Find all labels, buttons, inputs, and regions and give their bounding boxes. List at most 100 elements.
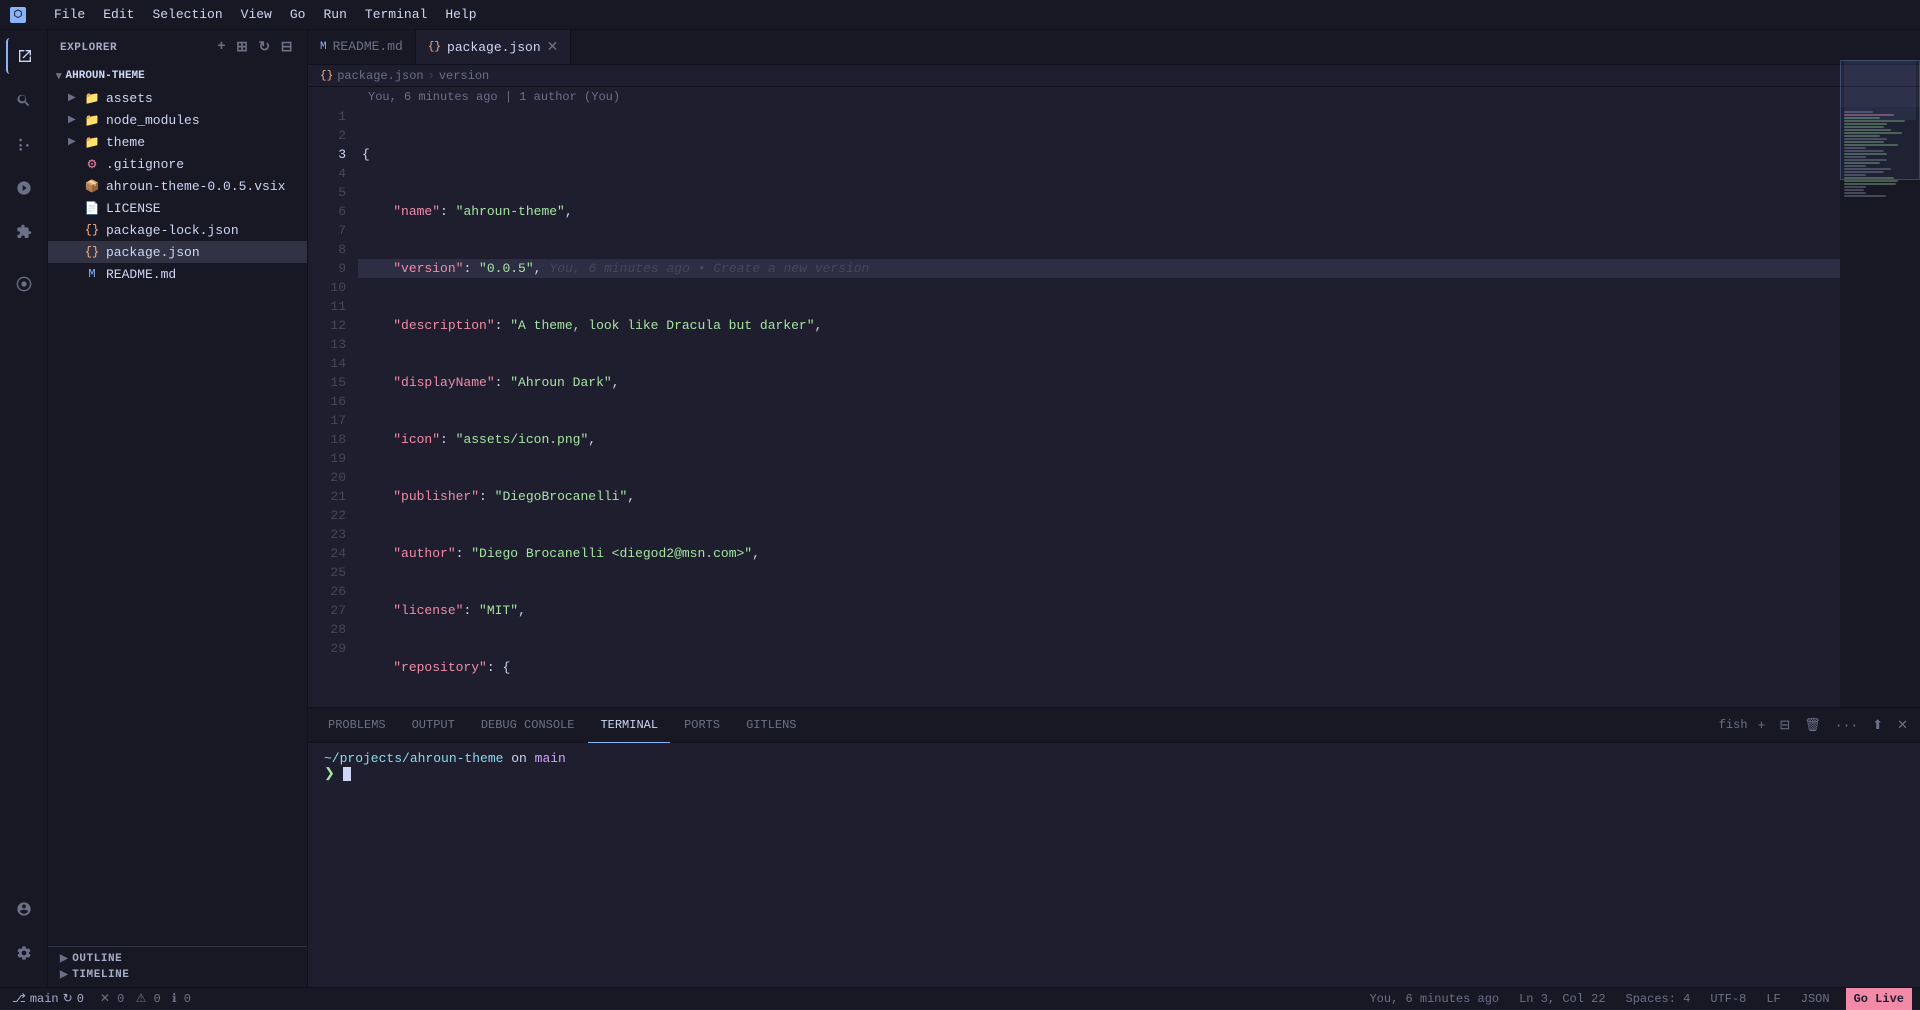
activity-extensions[interactable] bbox=[6, 214, 42, 250]
new-terminal-icon[interactable]: + bbox=[1754, 716, 1770, 735]
maximize-panel-icon[interactable]: ⬆ bbox=[1868, 716, 1887, 735]
spaces-text: Spaces: 4 bbox=[1626, 992, 1691, 1006]
folder-assets[interactable]: ▶ 📁 assets bbox=[48, 87, 307, 109]
ln-4: 4 bbox=[324, 164, 346, 183]
ln-12: 12 bbox=[324, 316, 346, 335]
file-package-lock-label: package-lock.json bbox=[106, 223, 239, 238]
code-line-9: "license": "MIT", bbox=[358, 601, 1840, 620]
tab-package-json[interactable]: {} package.json ✕ bbox=[416, 30, 572, 64]
blame-inline-3: You, 6 minutes ago • Create a new versio… bbox=[549, 259, 869, 278]
new-file-icon[interactable]: + bbox=[215, 37, 228, 58]
ln-6: 6 bbox=[324, 202, 346, 221]
terminal-input-line: ❯ bbox=[324, 766, 1904, 781]
tab-close-icon[interactable]: ✕ bbox=[547, 39, 559, 56]
ln-20: 20 bbox=[324, 468, 346, 487]
file-gitignore[interactable]: ⚙ .gitignore bbox=[48, 153, 307, 175]
menu-run[interactable]: Run bbox=[315, 5, 354, 24]
status-position[interactable]: Ln 3, Col 22 bbox=[1515, 992, 1609, 1006]
status-spaces[interactable]: Spaces: 4 bbox=[1622, 992, 1695, 1006]
status-bar: ⎇ main ↻ 0 ✕ 0 ⚠ 0 ℹ 0 You, 6 minutes ag… bbox=[0, 987, 1920, 1009]
status-language[interactable]: JSON bbox=[1797, 992, 1834, 1006]
ln-8: 8 bbox=[324, 240, 346, 259]
error-count: 0 bbox=[117, 992, 124, 1006]
panel-tab-ports[interactable]: PORTS bbox=[672, 708, 732, 743]
ln-14: 14 bbox=[324, 354, 346, 373]
ln-19: 19 bbox=[324, 449, 346, 468]
app-icon: ⬡ bbox=[10, 7, 26, 23]
kill-terminal-icon[interactable]: 🗑 bbox=[1800, 716, 1825, 735]
status-encoding[interactable]: UTF-8 bbox=[1706, 992, 1750, 1006]
ln-2: 2 bbox=[324, 126, 346, 145]
timeline-label: TIMELINE bbox=[72, 969, 129, 981]
menu-go[interactable]: Go bbox=[282, 5, 314, 24]
panel-tab-terminal[interactable]: TERMINAL bbox=[588, 708, 670, 743]
menu-file[interactable]: File bbox=[46, 5, 93, 24]
breadcrumb-file[interactable]: package.json bbox=[337, 69, 423, 83]
branch-icon: ⎇ bbox=[12, 991, 26, 1006]
activity-search[interactable] bbox=[6, 82, 42, 118]
panel-tab-problems[interactable]: PROBLEMS bbox=[316, 708, 398, 743]
split-terminal-icon[interactable]: ⊟ bbox=[1775, 716, 1794, 735]
file-package-json[interactable]: {} package.json bbox=[48, 241, 307, 263]
code-editor[interactable]: 1 2 3 4 5 6 7 8 9 10 11 12 13 14 15 16 1 bbox=[308, 107, 1840, 707]
tab-readme[interactable]: M README.md bbox=[308, 30, 416, 64]
panel-more-icon[interactable]: ··· bbox=[1831, 716, 1862, 735]
breadcrumb: {} package.json › version bbox=[308, 65, 1920, 87]
terminal-prompt-line: ~/projects/ahroun-theme on main bbox=[324, 751, 1904, 766]
go-live-button[interactable]: Go Live bbox=[1846, 988, 1912, 1010]
activity-account[interactable] bbox=[6, 891, 42, 927]
breadcrumb-field[interactable]: version bbox=[439, 69, 489, 83]
file-license[interactable]: 📄 LICENSE bbox=[48, 197, 307, 219]
ln-21: 21 bbox=[324, 487, 346, 506]
code-line-8: "author": "Diego Brocanelli <diegod2@msn… bbox=[358, 544, 1840, 563]
new-folder-icon[interactable]: ⊞ bbox=[234, 37, 250, 58]
file-readme[interactable]: M README.md bbox=[48, 263, 307, 285]
file-license-label: LICENSE bbox=[106, 201, 161, 216]
panel-tab-gitlens[interactable]: GITLENS bbox=[734, 708, 808, 743]
folder-node-modules[interactable]: ▶ 📁 node_modules bbox=[48, 109, 307, 131]
outline-section[interactable]: ▶ OUTLINE bbox=[48, 951, 307, 967]
ln-23: 23 bbox=[324, 525, 346, 544]
panel-tab-output[interactable]: OUTPUT bbox=[400, 708, 467, 743]
author-text: You, 6 minutes ago bbox=[1369, 992, 1499, 1006]
file-package-lock[interactable]: {} package-lock.json bbox=[48, 219, 307, 241]
collapse-all-icon[interactable]: ⊟ bbox=[279, 37, 295, 58]
close-panel-icon[interactable]: ✕ bbox=[1893, 716, 1912, 735]
status-line-ending[interactable]: LF bbox=[1762, 992, 1784, 1006]
tab-package-json-label: package.json bbox=[447, 40, 541, 55]
ln-13: 13 bbox=[324, 335, 346, 354]
error-icon: ✕ bbox=[100, 992, 110, 1006]
file-package-json-label: package.json bbox=[106, 245, 200, 260]
folder-assets-label: assets bbox=[106, 91, 153, 106]
terminal-content[interactable]: ~/projects/ahroun-theme on main ❯ bbox=[308, 743, 1920, 987]
panel-tab-debug[interactable]: DEBUG CONSOLE bbox=[469, 708, 587, 743]
titlebar: ⬡ File Edit Selection View Go Run Termin… bbox=[0, 0, 1920, 30]
ln-1: 1 bbox=[324, 107, 346, 126]
language-text: JSON bbox=[1801, 992, 1830, 1006]
code-content[interactable]: { "name": "ahroun-theme", "version": "0.… bbox=[358, 107, 1840, 707]
ln-9: 9 bbox=[324, 259, 346, 278]
menu-view[interactable]: View bbox=[233, 5, 280, 24]
refresh-explorer-icon[interactable]: ↻ bbox=[256, 37, 272, 58]
ln-15: 15 bbox=[324, 373, 346, 392]
status-branch[interactable]: ⎇ main ↻ 0 bbox=[8, 991, 88, 1006]
blame-text: You, 6 minutes ago | 1 author (You) bbox=[368, 90, 620, 104]
menu-help[interactable]: Help bbox=[437, 5, 484, 24]
menu-edit[interactable]: Edit bbox=[95, 5, 142, 24]
folder-theme[interactable]: ▶ 📁 theme bbox=[48, 131, 307, 153]
activity-explorer[interactable] bbox=[6, 38, 42, 74]
branch-name: main bbox=[30, 992, 59, 1006]
timeline-section[interactable]: ▶ TIMELINE bbox=[48, 967, 307, 983]
blame-info: You, 6 minutes ago | 1 author (You) bbox=[308, 87, 1920, 107]
file-vsix[interactable]: 📦 ahroun-theme-0.0.5.vsix bbox=[48, 175, 307, 197]
project-root[interactable]: ▾ AHROUN-THEME bbox=[48, 65, 307, 87]
activity-remote[interactable] bbox=[6, 266, 42, 302]
menu-selection[interactable]: Selection bbox=[144, 5, 230, 24]
json-icon: {} bbox=[84, 222, 100, 238]
terminal-cursor bbox=[343, 767, 351, 781]
activity-source-control[interactable] bbox=[6, 126, 42, 162]
activity-settings[interactable] bbox=[6, 935, 42, 971]
activity-run-debug[interactable] bbox=[6, 170, 42, 206]
status-errors[interactable]: ✕ 0 ⚠ 0 ℹ 0 bbox=[96, 991, 195, 1006]
menu-terminal[interactable]: Terminal bbox=[357, 5, 435, 24]
